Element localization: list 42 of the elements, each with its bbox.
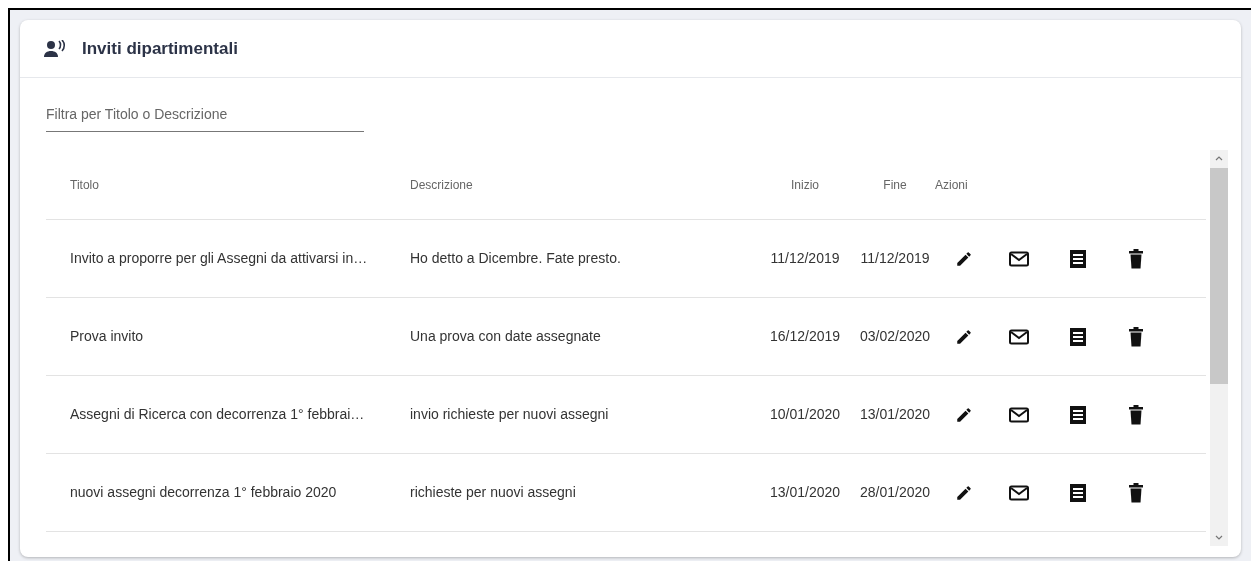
mail-icon <box>1009 328 1029 345</box>
table-cell-text: Assegni di Ricerca con decorrenza 1° febbrai… <box>70 405 366 424</box>
column-header: Titolo <box>70 176 100 194</box>
column-header: Inizio <box>790 176 820 194</box>
table-cell-text: invio richieste per nuovi assegni <box>410 405 610 424</box>
table-cell-text: nuovi assegni decorrenza 1° febbraio 2020 <box>70 483 338 502</box>
table-cell-text: 13/01/2020 <box>768 483 842 502</box>
edit-icon <box>955 483 973 502</box>
table-cell-text: richieste per nuovi assegni <box>410 483 577 502</box>
delete-icon <box>1129 404 1143 425</box>
mail-icon <box>1009 406 1029 423</box>
table-cell-text: Una prova con date assegnate <box>410 327 602 346</box>
document-icon <box>1069 482 1087 503</box>
scrollbar[interactable] <box>1210 150 1228 546</box>
column-header: Descrizione <box>410 176 474 194</box>
table-cell-text: 03/02/2020 <box>858 327 932 346</box>
filter-field[interactable]: Filtra per Titolo o Descrizione <box>46 100 364 132</box>
table-cell-text: Ho detto a Dicembre. Fate presto. <box>410 249 622 268</box>
table-cell-text: Invito a proporre per gli Assegni da attivarsi in… <box>70 249 369 268</box>
speaker-person-icon <box>44 39 66 58</box>
document-icon <box>1069 326 1087 347</box>
delete-icon <box>1129 248 1143 269</box>
table-cell-text: Prova invito <box>70 327 145 346</box>
table-cell-text: 28/01/2020 <box>858 483 932 502</box>
delete-icon <box>1129 482 1143 503</box>
edit-icon <box>955 327 973 346</box>
mail-icon <box>1009 484 1029 501</box>
mail-icon <box>1009 250 1029 267</box>
table-cell-text: 10/01/2020 <box>768 405 842 424</box>
edit-icon <box>955 249 973 268</box>
document-icon <box>1069 248 1087 269</box>
table-cell-text: 11/12/2019 <box>859 249 931 268</box>
table-cell-text: 13/01/2020 <box>858 405 932 424</box>
scroll-thumb[interactable] <box>1210 168 1228 384</box>
document-icon <box>1069 404 1087 425</box>
delete-icon <box>1129 326 1143 347</box>
edit-icon <box>955 405 973 424</box>
table-cell-text: 16/12/2019 <box>768 327 842 346</box>
column-header: Azioni <box>935 176 969 194</box>
card-title: Inviti dipartimentali <box>82 37 238 60</box>
table-cell-text: 11/12/2019 <box>769 249 841 268</box>
column-header: Fine <box>882 176 908 194</box>
